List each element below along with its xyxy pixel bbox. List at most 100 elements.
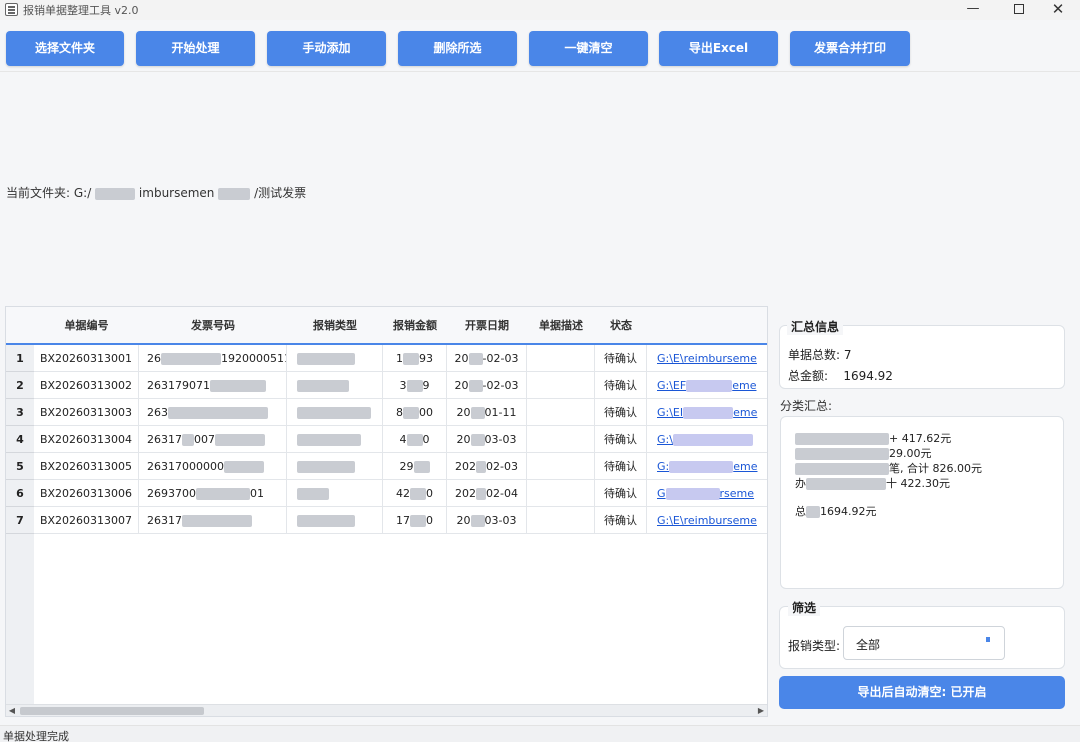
row-number: 6	[6, 480, 34, 507]
header-id[interactable]: 单据编号	[34, 307, 139, 345]
description	[527, 345, 595, 372]
issue-date: 20 01-11	[447, 399, 527, 426]
amount: 29	[383, 453, 447, 480]
file-path-link[interactable]: G:\E\reimburseme	[657, 345, 767, 372]
description	[527, 480, 595, 507]
delete-selected-button[interactable]: 删除所选	[398, 31, 517, 66]
amount: 39	[383, 372, 447, 399]
amount: 8 00	[383, 399, 447, 426]
folder-prefix: 当前文件夹:	[6, 186, 71, 200]
redaction	[470, 407, 485, 419]
header-invoice[interactable]: 发票号码	[139, 307, 287, 345]
header-type[interactable]: 报销类型	[287, 307, 383, 345]
select-folder-button[interactable]: 选择文件夹	[6, 31, 124, 66]
expense-type-select[interactable]: 全部	[843, 626, 1005, 660]
auto-clear-toggle-button[interactable]: 导出后自动清空: 已开启	[779, 676, 1065, 709]
redaction	[297, 380, 349, 392]
table-row[interactable]: 3 BX20260313003 263 8 00 20 01-11 待确认 G:\E…	[6, 399, 767, 426]
scroll-left-icon[interactable]: ◀	[6, 705, 18, 716]
category-total-line: 总 1694.92元	[795, 505, 877, 518]
category-line: 办十 422.30元	[795, 477, 950, 490]
record-id: BX20260313004	[34, 426, 139, 453]
record-id: BX20260313006	[34, 480, 139, 507]
status: 待确认	[595, 507, 647, 534]
close-button[interactable]: ✕	[1035, 0, 1080, 20]
category-summary-label: 分类汇总:	[780, 399, 833, 413]
row-number: 1	[6, 345, 34, 372]
issue-date: 202 02-03	[447, 453, 527, 480]
invoice-number: 26 1920000511	[139, 345, 287, 372]
category-line: 笔, 合计 826.00元	[795, 460, 982, 476]
redaction	[297, 353, 355, 365]
expense-type	[287, 345, 383, 372]
clear-all-button[interactable]: 一键清空	[529, 31, 648, 66]
description	[527, 507, 595, 534]
redaction	[476, 488, 487, 500]
manual-add-button[interactable]: 手动添加	[267, 31, 386, 66]
redaction	[218, 187, 251, 200]
file-path-link[interactable]: Grseme	[657, 480, 767, 507]
table-row[interactable]: 7 BX20260313007 26317 17 0 20 03-03 待确认 G:…	[6, 507, 767, 534]
file-path-link[interactable]: G:\EF eme	[657, 372, 767, 399]
record-id: BX20260313002	[34, 372, 139, 399]
category-line: 29.00元	[795, 445, 932, 461]
folder-path-end: /测试发票	[254, 186, 307, 200]
redaction	[297, 488, 329, 500]
header-date[interactable]: 开票日期	[447, 307, 527, 345]
amount: 1 93	[383, 345, 447, 372]
status: 待确认	[595, 399, 647, 426]
table-row[interactable]: 1 BX20260313001 26 1920000511 1 93 20 -02-0…	[6, 345, 767, 372]
redaction	[297, 407, 371, 419]
description	[527, 426, 595, 453]
invoice-number: 26317000000	[139, 453, 287, 480]
status: 待确认	[595, 372, 647, 399]
redaction	[95, 187, 136, 200]
expense-type	[287, 507, 383, 534]
redaction	[468, 353, 483, 365]
redaction	[161, 353, 221, 365]
file-path-link[interactable]: G: eme	[657, 453, 767, 480]
invoice-number: 2693700 01	[139, 480, 287, 507]
category-summary-box[interactable]: + 417.62元 29.00元 笔, 合计 826.00元 办十 422.30…	[780, 416, 1064, 589]
header-amount[interactable]: 报销金额	[383, 307, 447, 345]
header-status[interactable]: 状态	[595, 307, 647, 345]
table-row[interactable]: 6 BX20260313006 2693700 01 42 0 202 02-04 待…	[6, 480, 767, 507]
redaction	[403, 353, 419, 365]
record-id: BX20260313007	[34, 507, 139, 534]
start-process-button[interactable]: 开始处理	[136, 31, 255, 66]
redaction	[297, 461, 355, 473]
expense-type	[287, 453, 383, 480]
table-row[interactable]: 2 BX20260313002 263179071 39 20 -02-03 待确…	[6, 372, 767, 399]
row-number: 7	[6, 507, 34, 534]
export-excel-button[interactable]: 导出Excel	[659, 31, 778, 66]
record-id: BX20260313001	[34, 345, 139, 372]
scrollbar-thumb[interactable]	[20, 707, 204, 715]
status: 待确认	[595, 453, 647, 480]
expense-type-value: 全部	[856, 638, 881, 652]
redaction	[215, 434, 265, 446]
redaction	[297, 515, 355, 527]
table-row[interactable]: 5 BX20260313005 26317000000 29 202 02-03 …	[6, 453, 767, 480]
invoice-table[interactable]: 单据编号 发票号码 报销类型 报销金额 开票日期 单据描述 状态 1 BX202…	[5, 306, 768, 717]
file-path-link[interactable]: G:\	[657, 426, 767, 453]
issue-date: 20 03-03	[447, 507, 527, 534]
app-icon	[5, 3, 18, 16]
minimize-button[interactable]: —	[950, 0, 996, 20]
description	[527, 399, 595, 426]
row-number: 2	[6, 372, 34, 399]
issue-date: 20 03-03	[447, 426, 527, 453]
redaction	[297, 434, 361, 446]
current-folder-label: 当前文件夹: G:/ imbursemen /测试发票	[6, 184, 306, 201]
header-description[interactable]: 单据描述	[527, 307, 595, 345]
horizontal-scrollbar[interactable]: ◀ ▶	[6, 704, 767, 716]
table-row[interactable]: 4 BX20260313004 26317 007 40 20 03-03 待确认 …	[6, 426, 767, 453]
record-count: 单据总数: 7	[788, 348, 852, 362]
scroll-right-icon[interactable]: ▶	[755, 705, 767, 716]
merge-print-button[interactable]: 发票合并打印	[790, 31, 910, 66]
description	[527, 453, 595, 480]
redaction	[410, 488, 426, 500]
file-path-link[interactable]: G:\EI eme	[657, 399, 767, 426]
file-path-link[interactable]: G:\E\reimburseme	[657, 507, 767, 534]
record-id: BX20260313005	[34, 453, 139, 480]
expense-type	[287, 480, 383, 507]
